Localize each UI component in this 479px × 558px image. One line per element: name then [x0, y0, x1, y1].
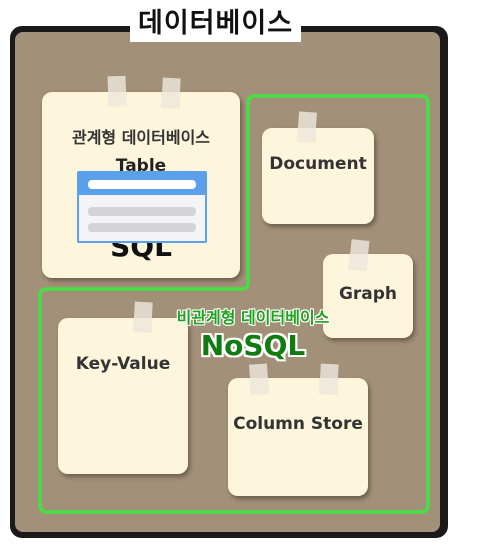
- diagram-title: 데이터베이스: [130, 6, 302, 42]
- document-label: Document: [269, 154, 367, 174]
- tape-strip: [161, 77, 181, 109]
- tape-strip: [107, 75, 127, 107]
- tape-strip: [348, 239, 370, 271]
- graph-label: Graph: [338, 284, 398, 304]
- table-icon-row: [88, 207, 196, 216]
- column-store-card: Column Store: [228, 378, 368, 496]
- tape-strip: [133, 301, 153, 333]
- document-card: Document: [262, 128, 374, 224]
- tape-strip: [248, 363, 270, 395]
- nosql-label: NoSQL: [200, 329, 306, 362]
- tape-strip: [296, 111, 318, 143]
- tape-strip: [319, 363, 339, 395]
- table-icon-row: [88, 223, 196, 232]
- nonrelational-db-label: 비관계형 데이터베이스: [176, 308, 330, 327]
- relational-db-label: 관계형 데이터베이스: [71, 128, 211, 147]
- table-icon-header-bar: [88, 180, 196, 189]
- column-store-label: Column Store: [233, 414, 363, 434]
- table-icon: [77, 171, 207, 243]
